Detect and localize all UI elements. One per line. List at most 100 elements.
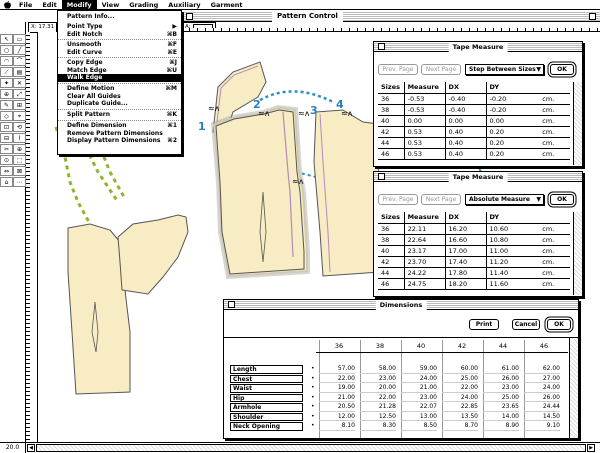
menu-item-duplicate-guide[interactable]: Duplicate Guide... bbox=[58, 100, 181, 108]
menu-auxiliary[interactable]: Auxiliary bbox=[163, 0, 205, 10]
menu-grading[interactable]: Grading bbox=[124, 0, 163, 10]
pattern-piece-back-bodice[interactable] bbox=[210, 104, 310, 280]
tool-mirror-icon[interactable]: ⇔ bbox=[0, 166, 13, 176]
cancel-button[interactable]: Cancel bbox=[512, 319, 540, 330]
ok-button[interactable]: OK bbox=[550, 194, 574, 205]
close-box-icon[interactable] bbox=[228, 301, 235, 308]
tool-grid-icon[interactable]: ▤ bbox=[13, 67, 26, 77]
menu-garment[interactable]: Garment bbox=[206, 0, 248, 10]
table-cell: cm. bbox=[539, 256, 570, 268]
ok-button[interactable]: OK bbox=[550, 64, 574, 75]
tool-ruler-icon[interactable]: ⌇ bbox=[13, 133, 26, 143]
menu-modify[interactable]: Modify bbox=[61, 0, 97, 10]
tool-pencil-icon[interactable]: ✎ bbox=[0, 100, 13, 110]
next-page-button[interactable]: Next Page bbox=[421, 194, 461, 205]
tool-more-icon[interactable]: ⋯ bbox=[13, 177, 26, 187]
menu-item-define-dimension[interactable]: Define Dimension ⌘1 bbox=[58, 122, 181, 130]
tool-dot-icon[interactable]: ⊙ bbox=[0, 155, 13, 165]
tool-arrow-icon[interactable]: ↖ bbox=[0, 34, 13, 44]
ok-button[interactable]: OK bbox=[547, 319, 571, 330]
vertical-scrollbar[interactable] bbox=[573, 212, 582, 295]
menu-item-walk-edge[interactable]: Walk Edge bbox=[58, 74, 181, 82]
panel-title-bar[interactable]: Tape Measure bbox=[374, 42, 582, 52]
tool-frame-icon[interactable]: ⊡ bbox=[0, 122, 13, 132]
menu-item-copy-edge[interactable]: Copy Edge ⌘J bbox=[58, 59, 181, 67]
scroll-left-icon[interactable]: ◀ bbox=[27, 444, 35, 452]
dimension-label[interactable]: Length bbox=[230, 365, 303, 374]
vertical-scrollbar[interactable] bbox=[573, 82, 582, 165]
zoom-box-icon[interactable] bbox=[589, 13, 596, 20]
dimension-value: 21.00 bbox=[401, 384, 437, 393]
dimension-label[interactable]: Hip bbox=[230, 393, 303, 402]
close-box-icon[interactable] bbox=[186, 13, 193, 20]
close-box-icon[interactable] bbox=[378, 43, 385, 50]
prev-page-button[interactable]: Prev. Page bbox=[378, 64, 418, 75]
close-box-icon[interactable] bbox=[378, 173, 385, 180]
menu-item-unsmooth[interactable]: Unsmooth ⌘F bbox=[58, 41, 181, 49]
tool-resize-icon[interactable]: ⤢ bbox=[13, 89, 26, 99]
panel-title-bar[interactable]: Tape Measure bbox=[374, 172, 582, 182]
tool-star-icon[interactable]: ✦ bbox=[0, 78, 13, 88]
tool-home-icon[interactable]: ⌂ bbox=[0, 177, 13, 187]
tool-cross-icon[interactable]: ✕ bbox=[13, 78, 26, 88]
menu-item-split-pattern[interactable]: Split Pattern ⌘K bbox=[58, 111, 181, 119]
print-button[interactable]: Print bbox=[469, 319, 499, 330]
dimension-label[interactable]: Neck Opening bbox=[230, 422, 303, 431]
dimension-label[interactable]: Armhole bbox=[230, 403, 303, 412]
menu-item-shortcut: ⌘M bbox=[165, 85, 177, 92]
pattern-piece-sleeve-cap[interactable] bbox=[117, 214, 189, 295]
scroll-right-icon[interactable]: ▶ bbox=[587, 444, 595, 452]
status-bar: 20.0 ◀ ▶ bbox=[0, 442, 600, 453]
tool-x-box-icon[interactable]: ⊠ bbox=[13, 166, 26, 176]
menu-item-pattern-info[interactable]: Pattern Info... bbox=[58, 13, 181, 21]
menu-edit[interactable]: Edit bbox=[37, 0, 61, 10]
dimension-label[interactable]: Waist bbox=[230, 384, 303, 393]
tool-dashed-box-icon[interactable]: ⬚ bbox=[13, 155, 26, 165]
tool-ellipse-icon[interactable]: ○ bbox=[0, 45, 13, 55]
size-column-header: 40 bbox=[416, 342, 426, 350]
measure-mode-select[interactable]: Step Between Sizes ▼ bbox=[465, 64, 544, 75]
dimension-label[interactable]: Chest bbox=[230, 374, 303, 383]
apple-menu-icon[interactable] bbox=[0, 0, 14, 9]
tool-target-icon[interactable]: ⌖ bbox=[13, 111, 26, 121]
menu-file[interactable]: File bbox=[14, 0, 37, 10]
table-cell: 0.20 bbox=[485, 137, 540, 149]
tool-arc-icon[interactable]: ◠ bbox=[0, 56, 13, 66]
menu-item-remove-pattern-dimensions[interactable]: Remove Pattern Dimensions bbox=[58, 130, 181, 138]
prev-page-button[interactable]: Prev. Page bbox=[378, 194, 418, 205]
menu-item-clear-all-guides[interactable]: Clear All Guides bbox=[58, 93, 181, 101]
menu-item-shortcut: ⌘B bbox=[166, 30, 177, 38]
tool-line-icon[interactable]: ╱ bbox=[13, 45, 26, 55]
pattern-piece-front-bodice[interactable] bbox=[313, 109, 381, 277]
table-cell: 24.75 bbox=[403, 278, 446, 290]
tape-measure-table: Sizes Measure DX DY 36 -0.53 -0.40 -0.20 cm. 38 -0… bbox=[378, 82, 570, 160]
tool-table-icon[interactable]: ⊞ bbox=[13, 100, 26, 110]
tool-add-point-icon[interactable]: ⊕ bbox=[0, 89, 13, 99]
measure-mode-select[interactable]: Absolute Measure ▼ bbox=[465, 194, 544, 205]
next-page-button[interactable]: Next Page bbox=[421, 64, 461, 75]
horizontal-scrollbar[interactable] bbox=[36, 444, 586, 452]
column-header: DY bbox=[485, 212, 540, 224]
dimension-label[interactable]: Shoulder bbox=[230, 412, 303, 421]
tool-add-icon[interactable]: ⊕ bbox=[13, 144, 26, 154]
table-cell: 16.20 bbox=[444, 223, 486, 235]
tool-curve-icon[interactable]: ⌒ bbox=[13, 56, 26, 66]
tool-diamond-icon[interactable]: ◇ bbox=[0, 111, 13, 121]
tool-rect-icon[interactable]: ▭ bbox=[13, 34, 26, 44]
menu-view[interactable]: View bbox=[97, 0, 125, 10]
window-title-bar[interactable]: Pattern Control bbox=[182, 11, 600, 22]
zoom-level[interactable]: 20.0 bbox=[0, 443, 26, 453]
tool-scissors-icon[interactable]: ✂ bbox=[0, 144, 13, 154]
panel-title-bar[interactable]: Dimensions bbox=[224, 300, 578, 310]
menu-item-display-pattern-dimensions[interactable]: Display Pattern Dimensions ⌘2 bbox=[58, 137, 181, 145]
tool-minus-box-icon[interactable]: ⊟ bbox=[0, 133, 13, 143]
menu-item-define-motion[interactable]: Define Motion ⌘M bbox=[58, 85, 181, 93]
menu-item-edit-curve[interactable]: Edit Curve ⌘E bbox=[58, 49, 181, 57]
menu-item-edit-notch[interactable]: Edit Notch ⌘B bbox=[58, 31, 181, 39]
vertical-scrollbar[interactable] bbox=[569, 338, 578, 438]
tool-diagonal-icon[interactable]: ⟋ bbox=[0, 67, 13, 77]
menu-item-match-edge[interactable]: Match Edge ⌘U bbox=[58, 67, 181, 75]
table-cell: 23.70 bbox=[403, 256, 446, 268]
menu-item-point-type[interactable]: Point Type ▶ bbox=[58, 23, 181, 31]
tool-rotate-icon[interactable]: ⟲ bbox=[13, 122, 26, 132]
